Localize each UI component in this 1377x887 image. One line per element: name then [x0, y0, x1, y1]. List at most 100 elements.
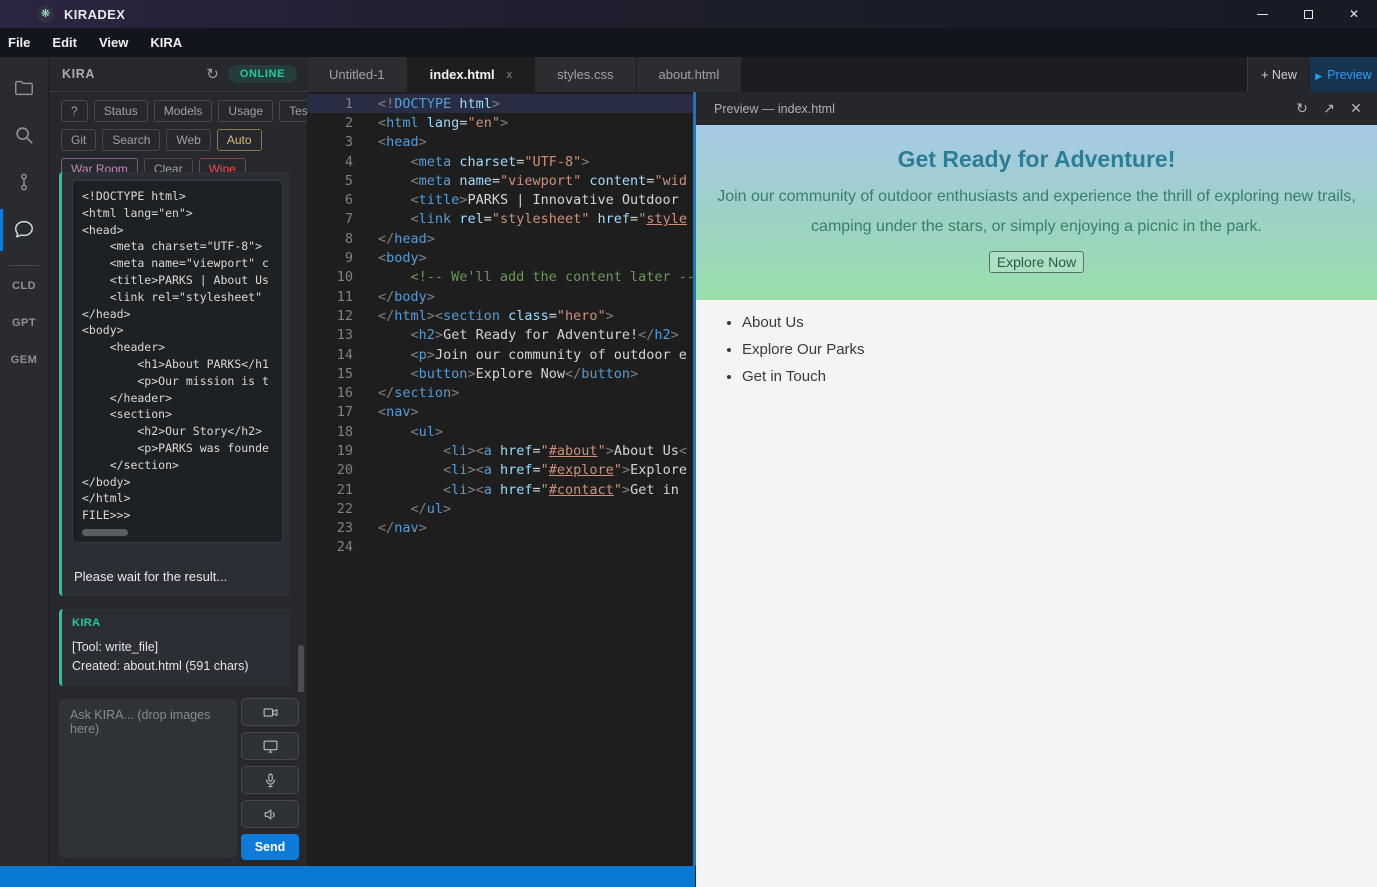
line-number: 14 — [307, 347, 353, 363]
tab-label: styles.css — [557, 67, 613, 82]
video-icon — [262, 704, 279, 721]
tab-close-icon[interactable]: x — [507, 69, 513, 81]
toolbar-row: ?StatusModelsUsageTest — [61, 100, 299, 122]
app-window: ❋ KIRADEX ✕ FileEditViewKIRA CLDGPTGEM K… — [0, 0, 1377, 887]
search-button[interactable]: Search — [102, 129, 160, 151]
code-horizontal-scrollbar[interactable] — [82, 529, 128, 536]
menu-edit[interactable]: Edit — [41, 35, 88, 50]
editor-line: 3<head> — [307, 133, 693, 152]
auto-button[interactable]: Auto — [217, 129, 262, 151]
title-bar: ❋ KIRADEX ✕ — [0, 0, 1377, 28]
line-number: 7 — [307, 211, 353, 227]
sidebar-header: KIRA ↻ ONLINE — [49, 57, 307, 92]
line-code: <li><a href="#about">About Us< — [353, 443, 687, 459]
sidebar-item-cld[interactable]: CLD — [12, 280, 36, 292]
editor-line: 14 <p>Join our community of outdoor e — [307, 345, 693, 364]
app-logo-icon: ❋ — [37, 6, 54, 23]
line-number: 20 — [307, 462, 353, 478]
code-line: <h1>About PARKS</h1 — [82, 356, 273, 373]
tab-styles-css[interactable]: styles.css — [535, 57, 636, 92]
preview-toggle-button[interactable]: ▶Preview — [1310, 57, 1377, 92]
refresh-icon[interactable]: ↻ — [206, 65, 219, 83]
hero-paragraph: Join our community of outdoor enthusiast… — [713, 182, 1360, 242]
code-lines: <!DOCTYPE html><html lang="en"><head> <m… — [82, 188, 273, 524]
send-button[interactable]: Send — [241, 834, 299, 860]
line-code: <title>PARKS | Innovative Outdoor — [353, 192, 687, 208]
open-external-icon[interactable]: ↗ — [1320, 100, 1338, 117]
line-number: 1 — [307, 96, 353, 112]
menu-kira[interactable]: KIRA — [139, 35, 193, 50]
line-code: </nav> — [353, 520, 427, 536]
code-line: <h2>Our Story</h2> — [82, 423, 273, 440]
chat-icon[interactable] — [0, 214, 48, 244]
line-number: 10 — [307, 269, 353, 285]
speaker-button[interactable] — [241, 800, 299, 828]
line-number: 24 — [307, 539, 353, 555]
preview-nav-item-get-in-touch[interactable]: Get in Touch — [742, 368, 1377, 385]
editor-line: 6 <title>PARKS | Innovative Outdoor — [307, 190, 693, 209]
explore-now-button[interactable]: Explore Now — [989, 251, 1084, 273]
preview-nav-item-explore-our-parks[interactable]: Explore Our Parks — [742, 341, 1377, 358]
tab-index-html[interactable]: index.html x — [408, 57, 536, 92]
chat-action-buttons: Send — [241, 698, 299, 860]
sidebar-item-gem[interactable]: GEM — [11, 354, 38, 366]
usage-button[interactable]: Usage — [218, 100, 273, 122]
line-code: <!-- We'll add the content later -- — [353, 269, 693, 285]
tab-about-html[interactable]: about.html — [637, 57, 743, 92]
preview-nav-list: About Us Explore Our Parks Get in Touch — [742, 314, 1377, 385]
--button[interactable]: ? — [61, 100, 88, 122]
message-author: KIRA — [72, 617, 283, 629]
editor-tab-bar: Untitled-1 index.html x styles.css about.htm… — [307, 57, 1377, 92]
line-number: 19 — [307, 443, 353, 459]
preview-close-icon[interactable]: ✕ — [1347, 100, 1365, 117]
git-button[interactable]: Git — [61, 129, 96, 151]
tab-untitled-1[interactable]: Untitled-1 — [307, 57, 408, 92]
code-line: <link rel="stylesheet" — [82, 289, 273, 306]
line-number: 3 — [307, 134, 353, 150]
toolbar-row: Git Search Web Auto — [61, 129, 299, 151]
search-icon[interactable] — [0, 120, 48, 150]
line-number: 21 — [307, 482, 353, 498]
line-number: 4 — [307, 154, 353, 170]
minimize-button[interactable] — [1239, 0, 1285, 28]
menu-file[interactable]: File — [0, 35, 41, 50]
preview-nav-item-about-us[interactable]: About Us — [742, 314, 1377, 331]
maximize-button[interactable] — [1285, 0, 1331, 28]
video-button[interactable] — [241, 698, 299, 726]
menu-view[interactable]: View — [88, 35, 139, 50]
preview-content: Get Ready for Adventure! Join our commun… — [696, 125, 1377, 887]
models-button[interactable]: Models — [154, 100, 213, 122]
line-number: 22 — [307, 501, 353, 517]
line-code: </ul> — [353, 501, 451, 517]
line-code: <button>Explore Now</button> — [353, 366, 638, 382]
tab-label: about.html — [659, 67, 720, 82]
preview-refresh-icon[interactable]: ↻ — [1293, 100, 1311, 117]
online-status-badge: ONLINE — [228, 65, 297, 83]
line-number: 17 — [307, 404, 353, 420]
new-file-button[interactable]: + New — [1247, 57, 1310, 92]
line-number: 18 — [307, 424, 353, 440]
chat-input[interactable] — [59, 699, 237, 858]
code-editor[interactable]: 1<!DOCTYPE html>2<html lang="en">3<head>… — [307, 92, 693, 866]
mic-button[interactable] — [241, 766, 299, 794]
code-line: <header> — [82, 339, 273, 356]
screen-button[interactable] — [241, 732, 299, 760]
code-line: <head> — [82, 222, 273, 239]
editor-line: 2<html lang="en"> — [307, 113, 693, 132]
status-button[interactable]: Status — [94, 100, 148, 122]
activity-bar: CLD GPT GEM — [0, 57, 48, 866]
editor-line: 10 <!-- We'll add the content later -- — [307, 268, 693, 287]
sidebar-item-gpt[interactable]: GPT — [12, 317, 36, 329]
web-button[interactable]: Web — [166, 129, 210, 151]
hero-heading: Get Ready for Adventure! — [696, 125, 1377, 173]
git-icon[interactable] — [0, 167, 48, 197]
code-line: <meta name="viewport" c — [82, 255, 273, 272]
line-number: 9 — [307, 250, 353, 266]
message-line: [Tool: write_file] — [72, 638, 283, 657]
editor-line: 13 <h2>Get Ready for Adventure!</h2> — [307, 326, 693, 345]
files-icon[interactable] — [0, 73, 48, 103]
line-code: <body> — [353, 250, 427, 266]
close-button[interactable]: ✕ — [1331, 0, 1377, 28]
line-code: <p>Join our community of outdoor e — [353, 347, 687, 363]
tab-label: index.html — [430, 67, 495, 82]
